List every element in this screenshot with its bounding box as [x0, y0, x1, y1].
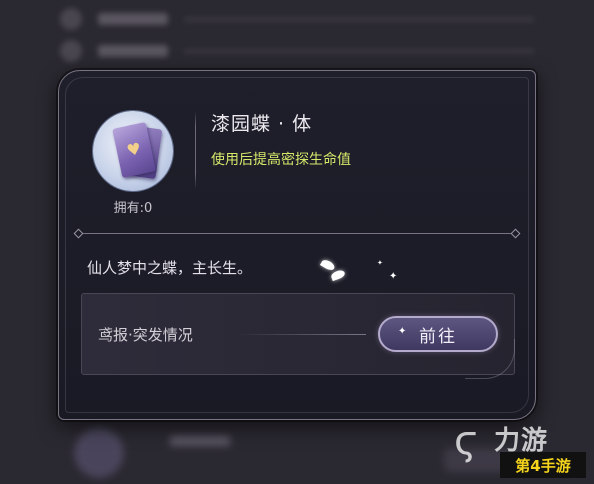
- goto-button-label: 前往: [419, 326, 457, 347]
- sparkle-icon: ✦: [398, 326, 407, 337]
- sparkle-icon: ✦: [389, 271, 398, 282]
- watermark-badge: 第4手游: [500, 452, 586, 478]
- item-description: 使用后提高密探生命值: [211, 152, 351, 168]
- flavor-text: 仙人梦中之蝶，主长生。: [87, 259, 253, 277]
- owned-count: 拥有:0: [113, 201, 153, 216]
- item-name: 漆园蝶 · 体: [211, 113, 313, 135]
- source-name: 鸢报·突发情况: [98, 326, 193, 344]
- item-icon: ♥: [93, 111, 173, 191]
- acquisition-source-row: 鸢报·突发情况 ✦ 前往: [81, 293, 515, 375]
- feather-decoration-icon: [330, 268, 346, 282]
- background-list-row: [60, 4, 534, 34]
- logo-hook-icon: ϛ: [454, 418, 478, 464]
- vertical-divider: [195, 111, 196, 189]
- item-detail-dialog: ♥ 拥有:0 漆园蝶 · 体 使用后提高密探生命值 仙人梦中之蝶，主长生。 ✦ …: [58, 70, 536, 420]
- sparkle-icon: ✦: [377, 259, 383, 267]
- background-list-row: [60, 36, 534, 66]
- feather-decoration-icon: [319, 258, 337, 272]
- watermark-logo: ϛ 力游 第4手游: [454, 416, 586, 478]
- source-connector-line: [236, 334, 366, 335]
- section-divider: [73, 228, 521, 239]
